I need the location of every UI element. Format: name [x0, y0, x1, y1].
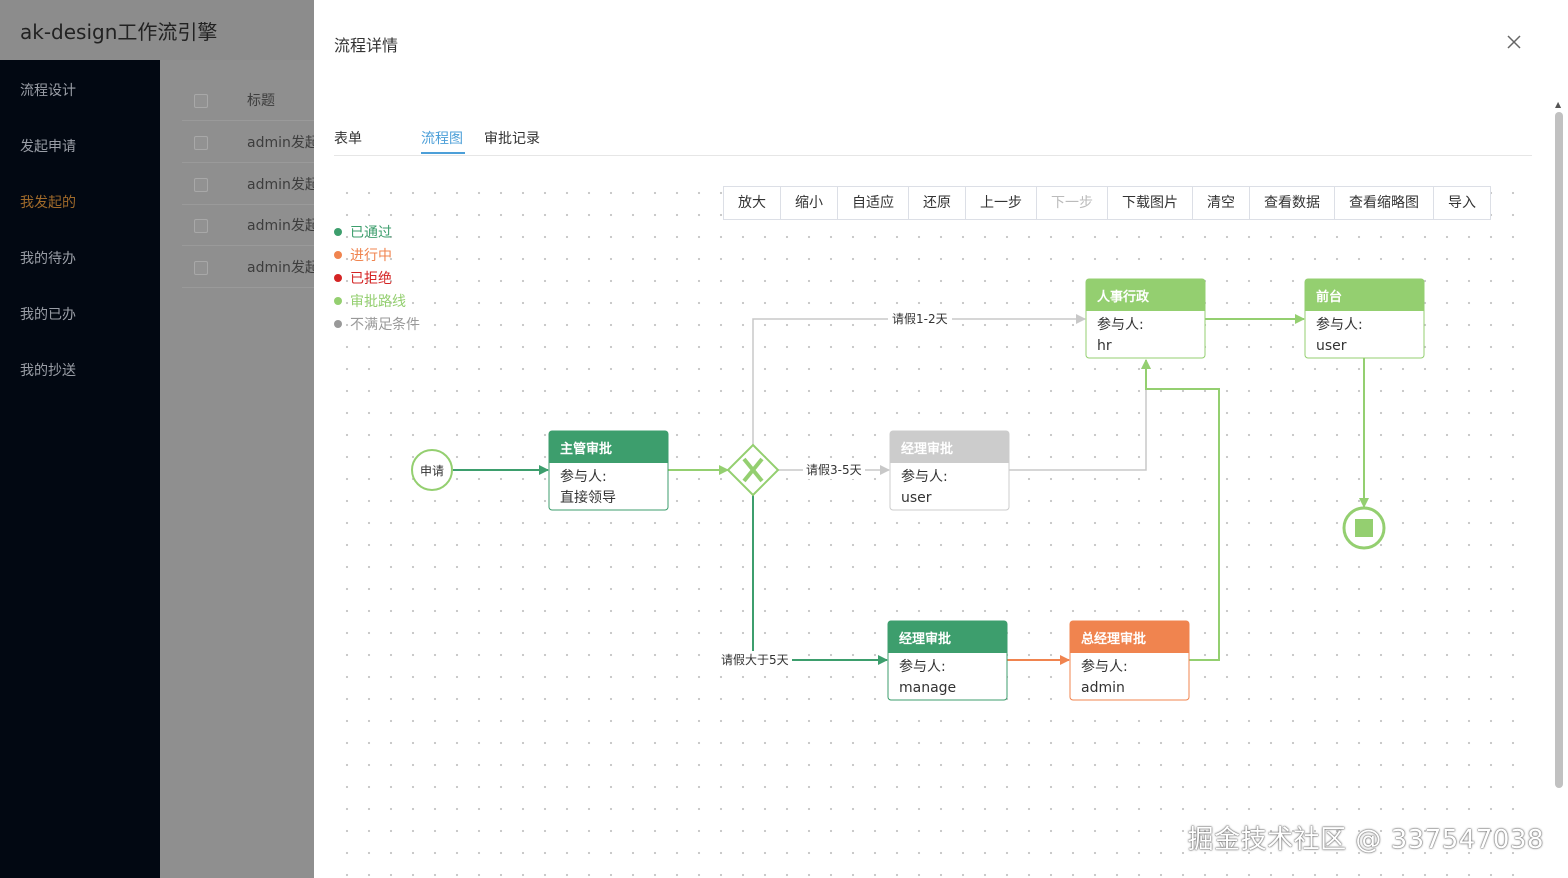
legend-dot: [334, 251, 342, 259]
exclusive-gateway[interactable]: [726, 443, 780, 497]
column-header-title: 标题: [247, 93, 275, 109]
import-button[interactable]: 导入: [1434, 187, 1490, 219]
task-participant: hr: [1097, 338, 1112, 354]
task-title: 人事行政: [1097, 289, 1150, 305]
legend-dot: [334, 228, 342, 236]
redo-button[interactable]: 下一步: [1037, 187, 1108, 219]
row-title: admin发起: [247, 177, 319, 193]
row-checkbox[interactable]: [194, 178, 208, 192]
task-participant-label: 参与人:: [1081, 658, 1128, 675]
legend-item: 审批路线: [334, 291, 420, 314]
task-participant-label: 参与人:: [1097, 316, 1144, 333]
edge-manager-mid-hr: [1009, 359, 1151, 471]
legend-item: 不满足条件: [334, 314, 420, 337]
vertical-scrollbar[interactable]: [1555, 112, 1563, 788]
row-checkbox[interactable]: [194, 219, 208, 233]
task-front-desk[interactable]: 前台 参与人: user: [1304, 278, 1425, 359]
status-legend: 已通过 进行中 已拒绝 审批路线 不满足条件: [334, 222, 420, 337]
task-participant: user: [1316, 338, 1347, 354]
sidebar-item-start-request[interactable]: 发起申请: [20, 136, 76, 156]
task-participant: manage: [899, 680, 956, 696]
task-title: 前台: [1316, 289, 1342, 305]
task-participant-label: 参与人:: [1316, 316, 1363, 333]
app-title: ak-design工作流引擎: [20, 20, 218, 44]
fit-view-button[interactable]: 自适应: [838, 187, 909, 219]
row-checkbox[interactable]: [194, 261, 208, 275]
sidebar-item-my-initiated[interactable]: 我发起的: [20, 192, 76, 212]
legend-label: 已通过: [350, 225, 392, 241]
legend-label: 已拒绝: [350, 271, 392, 287]
watermark: 掘金技术社区 @ 337547038: [1187, 825, 1544, 855]
select-all-checkbox[interactable]: [194, 94, 208, 108]
task-participant-label: 参与人:: [901, 468, 948, 485]
undo-button[interactable]: 上一步: [966, 187, 1037, 219]
view-minimap-button[interactable]: 查看缩略图: [1335, 187, 1434, 219]
edge-gateway-hr: [752, 314, 1086, 445]
task-supervisor-approval[interactable]: 主管审批 参与人: 直接领导: [548, 430, 669, 511]
row-title: admin发起: [247, 218, 319, 234]
edge-label-1-2-days: 请假1-2天: [892, 312, 948, 326]
sidebar-item-flow-design[interactable]: 流程设计: [20, 80, 76, 100]
task-title: 经理审批: [899, 631, 951, 647]
edge-gateway-manager-low: [752, 495, 888, 665]
edge-label-over-5-days: 请假大于5天: [721, 653, 789, 667]
row-checkbox[interactable]: [194, 136, 208, 150]
flow-detail-drawer: 流程详情 表单 流程图 审批记录 请假1-2天 请假3-5天 请假大于5天 申请…: [314, 0, 1568, 878]
sidebar: 流程设计 发起申请 我发起的 我的待办 我的已办 我的抄送: [0, 60, 160, 878]
legend-label: 不满足条件: [350, 317, 420, 333]
reset-button[interactable]: 还原: [909, 187, 966, 219]
scroll-up-arrow-icon[interactable]: ▲: [1555, 100, 1561, 109]
start-event-label: 申请: [420, 464, 444, 478]
legend-label: 进行中: [350, 248, 392, 264]
flow-diagram: 请假1-2天 请假3-5天 请假大于5天 申请 主管审批 参与人: 直接领导 经…: [411, 278, 1425, 701]
sidebar-item-my-cc[interactable]: 我的抄送: [20, 360, 76, 380]
end-event[interactable]: [1342, 506, 1386, 550]
legend-item: 已通过: [334, 222, 420, 245]
download-image-button[interactable]: 下载图片: [1108, 187, 1193, 219]
task-title: 总经理审批: [1081, 631, 1146, 647]
sidebar-item-my-done[interactable]: 我的已办: [20, 304, 76, 324]
legend-item: 已拒绝: [334, 268, 420, 291]
task-participant: 直接领导: [560, 489, 616, 506]
row-title: admin发起: [247, 135, 319, 151]
zoom-in-button[interactable]: 放大: [724, 187, 781, 219]
task-title: 主管审批: [560, 441, 612, 457]
edge-label-3-5-days: 请假3-5天: [806, 463, 862, 477]
task-participant-label: 参与人:: [560, 468, 607, 485]
zoom-out-button[interactable]: 缩小: [781, 187, 838, 219]
legend-label: 审批路线: [350, 294, 406, 310]
legend-item: 进行中: [334, 245, 420, 268]
task-manager-approval-mid[interactable]: 经理审批 参与人: user: [889, 430, 1010, 511]
task-title: 经理审批: [901, 441, 953, 457]
task-general-manager-approval[interactable]: 总经理审批 参与人: admin: [1069, 620, 1190, 701]
legend-dot: [334, 297, 342, 305]
edge-gm-hr: [1141, 359, 1220, 661]
task-participant: user: [901, 490, 932, 506]
clear-button[interactable]: 清空: [1193, 187, 1250, 219]
row-title: admin发起: [247, 260, 319, 276]
task-participant-label: 参与人:: [899, 658, 946, 675]
task-hr-admin[interactable]: 人事行政 参与人: hr: [1085, 278, 1206, 359]
legend-dot: [334, 320, 342, 328]
start-event[interactable]: 申请: [411, 449, 453, 491]
task-participant: admin: [1081, 680, 1125, 696]
flow-toolbar: 放大 缩小 自适应 还原 上一步 下一步 下载图片 清空 查看数据 查看缩略图 …: [723, 186, 1491, 220]
sidebar-item-my-todo[interactable]: 我的待办: [20, 248, 76, 268]
view-data-button[interactable]: 查看数据: [1250, 187, 1335, 219]
legend-dot: [334, 274, 342, 282]
task-manager-approval-low[interactable]: 经理审批 参与人: manage: [887, 620, 1008, 701]
